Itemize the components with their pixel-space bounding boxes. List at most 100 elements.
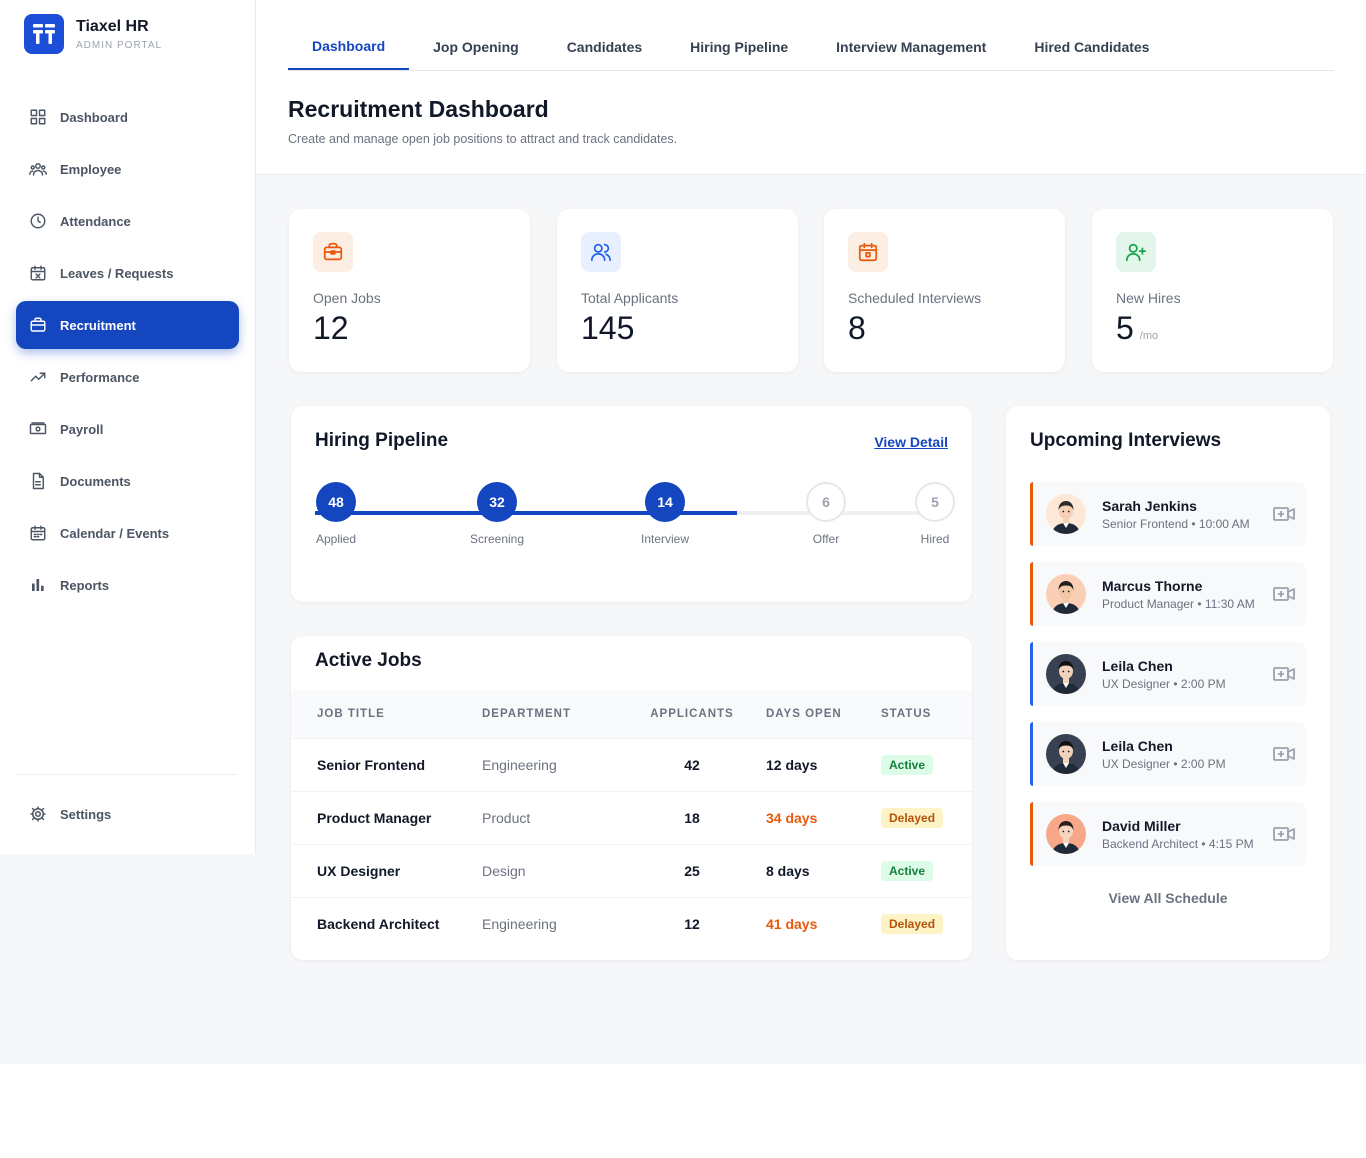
pipeline-stage-hired[interactable]: 5 Hired — [895, 482, 975, 546]
interview-item[interactable]: Leila Chen UX Designer • 2:00 PM — [1030, 642, 1306, 706]
active-jobs-title: Active Jobs — [315, 650, 422, 671]
job-status-cell: Active — [881, 843, 972, 897]
video-call-icon[interactable] — [1272, 662, 1296, 686]
video-call-icon[interactable] — [1272, 742, 1296, 766]
hiring-pipeline-card: Hiring Pipeline View Detail 48 Applied 32… — [291, 406, 972, 602]
stat-label: Scheduled Interviews — [848, 290, 982, 306]
trending-up-icon — [28, 367, 48, 387]
job-status-cell: Active — [881, 737, 972, 791]
brand-name: Tiaxel HR — [76, 18, 149, 35]
interview-item[interactable]: Leila Chen UX Designer • 2:00 PM — [1030, 722, 1306, 786]
table-row[interactable]: UX Designer Design 25 8 days Active — [291, 843, 972, 897]
interview-meta: Senior Frontend • 10:00 AM — [1102, 516, 1250, 531]
user-plus-icon — [1116, 232, 1156, 272]
sidebar-item-reports[interactable]: Reports — [16, 561, 239, 609]
interview-candidate-name: Leila Chen — [1102, 657, 1173, 674]
sidebar-item-recruitment[interactable]: Recruitment — [16, 301, 239, 349]
stat-label: Total Applicants — [581, 290, 679, 306]
pipeline-stage-offer[interactable]: 6 Offer — [786, 482, 866, 546]
interview-meta: Product Manager • 11:30 AM — [1102, 596, 1255, 611]
table-row[interactable]: Backend Architect Engineering 12 41 days… — [291, 896, 972, 950]
sidebar-item-label: Performance — [60, 369, 140, 385]
clock-icon — [28, 211, 48, 231]
sidebar-item-label: Payroll — [60, 421, 104, 437]
stage-count: 32 — [477, 482, 517, 522]
interviews-title: Upcoming Interviews — [1030, 430, 1222, 451]
tab-candidates[interactable]: Candidates — [543, 24, 666, 70]
column-header: STATUS — [881, 690, 972, 738]
column-header: APPLICANTS — [628, 690, 756, 738]
gear-icon — [28, 804, 48, 824]
video-call-icon[interactable] — [1272, 822, 1296, 846]
job-applicants: 25 — [628, 843, 756, 897]
sidebar: Tiaxel HR ADMIN PORTAL Dashboard Employee… — [0, 0, 256, 854]
stage-count: 48 — [316, 482, 356, 522]
sidebar-item-performance[interactable]: Performance — [16, 353, 239, 401]
sidebar-item-label: Attendance — [60, 213, 131, 229]
avatar — [1046, 654, 1086, 694]
stat-value-wrap: 5/mo — [1116, 310, 1158, 347]
briefcase-icon — [28, 315, 48, 335]
status-badge: Delayed — [881, 913, 944, 934]
pipeline-stage-applied[interactable]: 48 Applied — [296, 482, 376, 546]
interview-candidate-name: David Miller — [1102, 817, 1181, 834]
stat-suffix: /mo — [1139, 330, 1159, 342]
top-tabs: Dashboard Jop Opening Candidates Hiring Pip… — [288, 24, 1334, 71]
interview-item[interactable]: David Miller Backend Architect • 4:15 PM — [1030, 802, 1306, 866]
view-all-schedule-link[interactable]: View All Schedule — [1006, 890, 1330, 906]
sidebar-item-payroll[interactable]: Payroll — [16, 405, 239, 453]
sidebar-item-calendar-events[interactable]: Calendar / Events — [16, 509, 239, 557]
tab-dashboard[interactable]: Dashboard — [288, 24, 410, 70]
table-row[interactable]: Product Manager Product 18 34 days Delay… — [291, 790, 972, 844]
calendar-icon — [28, 523, 48, 543]
stat-value-wrap: 12 — [313, 310, 355, 347]
interview-accent-bar — [1030, 482, 1033, 546]
stat-value-wrap: 8 — [848, 310, 872, 347]
job-department: Design — [482, 843, 628, 897]
users-icon — [28, 159, 48, 179]
job-department: Engineering — [482, 896, 628, 950]
table-row[interactable]: Senior Frontend Engineering 42 12 days A… — [291, 737, 972, 791]
content-background-left — [0, 854, 256, 1064]
view-detail-link[interactable]: View Detail — [874, 434, 948, 450]
stat-value: 145 — [581, 310, 635, 346]
job-title: Product Manager — [291, 790, 482, 844]
interview-item[interactable]: Marcus Thorne Product Manager • 11:30 AM — [1030, 562, 1306, 626]
sidebar-item-label: Calendar / Events — [60, 525, 170, 541]
tab-interview-management[interactable]: Interview Management — [812, 24, 1010, 70]
interview-item[interactable]: Sarah Jenkins Senior Frontend • 10:00 AM — [1030, 482, 1306, 546]
sidebar-item-employee[interactable]: Employee — [16, 145, 239, 193]
stat-label: Open Jobs — [313, 290, 381, 306]
job-days-open: 34 days — [756, 790, 881, 844]
stage-count: 6 — [806, 482, 846, 522]
interview-meta: Backend Architect • 4:15 PM — [1102, 836, 1254, 851]
page-title: Recruitment Dashboard — [288, 96, 549, 122]
sidebar-item-documents[interactable]: Documents — [16, 457, 239, 505]
avatar — [1046, 574, 1086, 614]
video-call-icon[interactable] — [1272, 502, 1296, 526]
tab-hired-candidates[interactable]: Hired Candidates — [1010, 24, 1173, 70]
sidebar-item-leaves-requests[interactable]: Leaves / Requests — [16, 249, 239, 297]
video-call-icon[interactable] — [1272, 582, 1296, 606]
tab-jop-opening[interactable]: Jop Opening — [409, 24, 543, 70]
pipeline-stage-interview[interactable]: 14 Interview — [625, 482, 705, 546]
table-header-row: JOB TITLE DEPARTMENT APPLICANTS DAYS OPEN ST… — [291, 690, 972, 738]
page-subtitle: Create and manage open job positions to … — [288, 132, 678, 146]
pipeline-stage-screening[interactable]: 32 Screening — [457, 482, 537, 546]
brand-logo-icon — [24, 14, 64, 54]
stage-label: Hired — [920, 532, 950, 546]
interview-candidate-name: Marcus Thorne — [1102, 577, 1203, 594]
job-title: UX Designer — [291, 843, 482, 897]
interview-candidate-name: Sarah Jenkins — [1102, 497, 1197, 514]
sidebar-item-settings[interactable]: Settings — [16, 790, 239, 838]
sidebar-item-attendance[interactable]: Attendance — [16, 197, 239, 245]
brand-subtitle: ADMIN PORTAL — [76, 40, 163, 51]
avatar — [1046, 814, 1086, 854]
brand[interactable]: Tiaxel HR ADMIN PORTAL — [24, 14, 162, 54]
calendar-x-icon — [28, 263, 48, 283]
stat-value: 8 — [848, 310, 866, 346]
sidebar-item-label: Settings — [60, 806, 112, 822]
sidebar-item-dashboard[interactable]: Dashboard — [16, 93, 239, 141]
sidebar-divider — [16, 774, 238, 775]
tab-hiring-pipeline[interactable]: Hiring Pipeline — [666, 24, 812, 70]
